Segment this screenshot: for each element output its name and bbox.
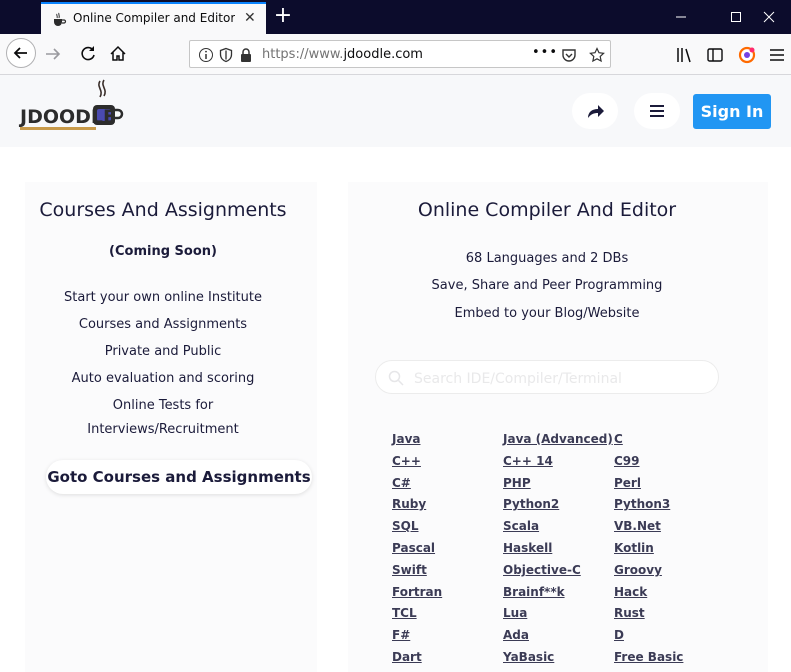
language-link[interactable]: C (614, 432, 623, 446)
url-bar[interactable]: https://www.jdoodle.com ••• (189, 40, 611, 68)
library-icon[interactable] (675, 46, 693, 64)
search-input[interactable] (412, 368, 706, 390)
lock-icon[interactable] (238, 47, 254, 63)
coming-soon-label: (Coming Soon) (109, 244, 217, 259)
language-link[interactable]: Pascal (392, 541, 435, 555)
language-link[interactable]: Groovy (614, 563, 662, 577)
language-link[interactable]: Swift (392, 563, 427, 577)
language-link[interactable]: Java (Advanced) (503, 432, 613, 446)
language-link[interactable]: C99 (614, 454, 640, 468)
language-link[interactable]: Ada (503, 628, 529, 642)
reload-button[interactable] (74, 40, 102, 68)
language-link[interactable]: Python3 (614, 497, 670, 511)
language-link[interactable]: C++ (392, 454, 421, 468)
language-link[interactable]: VB.Net (614, 519, 661, 533)
language-link[interactable]: F# (392, 628, 410, 642)
feature-line: Save, Share and Peer Programming (431, 278, 663, 293)
feature-item: Interviews/Recruitment (87, 422, 239, 437)
language-link[interactable]: Objective-C (503, 563, 581, 577)
language-link[interactable]: Ruby (392, 497, 426, 511)
language-link[interactable]: D (614, 628, 624, 642)
search-box[interactable] (375, 360, 719, 394)
maximize-icon (731, 12, 741, 22)
reload-icon (81, 46, 95, 61)
arrow-left-icon (13, 47, 27, 59)
language-link[interactable]: Free Basic (614, 650, 683, 664)
feature-item: Auto evaluation and scoring (71, 371, 255, 386)
close-window-button[interactable] (747, 0, 791, 34)
share-button[interactable] (572, 93, 618, 129)
hamburger-menu-icon[interactable] (769, 46, 785, 64)
language-link[interactable]: Lua (503, 606, 527, 620)
minimize-button[interactable] (659, 0, 703, 34)
language-link[interactable]: Fortran (392, 585, 442, 599)
language-link[interactable]: PHP (503, 476, 531, 490)
minimize-icon (676, 16, 686, 18)
jdoodle-favicon-icon (54, 12, 67, 26)
sidebar-icon[interactable] (706, 46, 724, 64)
jdoodle-logo[interactable]: JDOODLE (18, 78, 128, 138)
language-link[interactable]: Dart (392, 650, 422, 664)
compiler-title: Online Compiler And Editor (417, 199, 677, 221)
home-icon (110, 45, 126, 61)
language-link[interactable]: Haskell (503, 541, 552, 555)
bookmark-star-icon[interactable] (589, 47, 605, 63)
language-link[interactable]: YaBasic (503, 650, 554, 664)
logo-text: JDOODLE (18, 106, 116, 128)
home-button[interactable] (104, 40, 132, 68)
language-link[interactable]: C++ 14 (503, 454, 553, 468)
feature-item: Courses and Assignments (78, 317, 248, 332)
language-link[interactable]: Kotlin (614, 541, 654, 555)
forward-button[interactable] (40, 40, 68, 68)
sign-in-button[interactable]: Sign In (693, 94, 771, 129)
shield-icon[interactable] (218, 47, 234, 63)
language-link[interactable]: Python2 (503, 497, 559, 511)
search-icon (388, 370, 404, 386)
tab-title: Online Compiler and Editor/IDE (73, 11, 235, 25)
hamburger-icon (650, 105, 664, 117)
browser-tab[interactable]: Online Compiler and Editor/IDE ✕ (41, 2, 266, 34)
account-icon[interactable] (737, 45, 757, 65)
logo-graphic: JDOODLE (18, 79, 124, 130)
share-arrow-icon (588, 105, 604, 118)
arrow-right-icon (46, 48, 61, 60)
feature-item: Start your own online Institute (64, 290, 262, 305)
language-link[interactable]: Java (392, 432, 420, 446)
back-button[interactable] (6, 38, 36, 68)
url-text[interactable]: https://www.jdoodle.com (262, 47, 423, 62)
page-actions-menu[interactable]: ••• (532, 45, 558, 60)
info-icon[interactable] (198, 47, 214, 63)
language-link[interactable]: Perl (614, 476, 641, 490)
feature-line: 68 Languages and 2 DBs (465, 251, 629, 266)
close-icon (763, 11, 775, 23)
tab-close-icon[interactable]: ✕ (244, 10, 256, 26)
language-link[interactable]: SQL (392, 519, 419, 533)
goto-courses-button[interactable]: Goto Courses and Assignments (46, 460, 312, 494)
language-link[interactable]: Scala (503, 519, 539, 533)
tab-strip: Online Compiler and Editor/IDE ✕ + (0, 0, 791, 34)
feature-item: Online Tests for (112, 398, 214, 413)
language-link[interactable]: Hack (614, 585, 647, 599)
url-protocol: https://www. (262, 47, 344, 62)
feature-item: Private and Public (104, 344, 222, 359)
new-tab-button[interactable]: + (271, 4, 295, 28)
pocket-icon[interactable] (561, 47, 577, 63)
navigation-toolbar: https://www.jdoodle.com ••• (0, 34, 791, 75)
language-link[interactable]: TCL (392, 606, 417, 620)
feature-line: Embed to your Blog/Website (454, 306, 640, 321)
language-link[interactable]: Rust (614, 606, 645, 620)
menu-button[interactable] (634, 93, 680, 129)
url-host: jdoodle.com (343, 47, 423, 62)
language-link[interactable]: C# (392, 476, 411, 490)
language-link[interactable]: Brainf**k (503, 585, 565, 599)
courses-title: Courses And Assignments (39, 199, 287, 221)
